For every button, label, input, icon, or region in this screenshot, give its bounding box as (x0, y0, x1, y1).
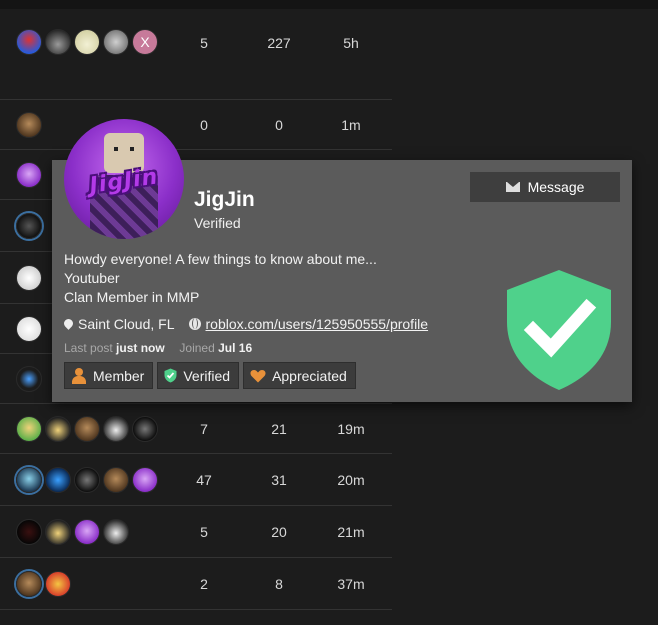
avatar-eyes (114, 147, 134, 151)
topic-activity[interactable]: 1m (326, 117, 376, 133)
avatar-dark[interactable] (16, 213, 42, 239)
user-bio: Howdy everyone! A few things to know abo… (64, 250, 377, 307)
topic-replies: 5 (200, 524, 208, 540)
topic-views: 227 (267, 35, 291, 51)
last-post-label: Last post (64, 341, 113, 355)
user-website-link[interactable]: roblox.com/users/125950555/profile (206, 316, 429, 332)
avatar-letter-x[interactable]: X (132, 29, 158, 55)
topic-posters (16, 519, 132, 545)
avatar-purple[interactable] (74, 519, 100, 545)
message-button-label: Message (527, 179, 585, 195)
bio-line: Clan Member in MMP (64, 289, 200, 305)
avatar-purple[interactable] (132, 467, 158, 493)
avatar-purple[interactable] (16, 162, 42, 188)
topic-posters (16, 265, 45, 291)
topic-activity[interactable]: 19m (326, 421, 376, 437)
avatar-shadow[interactable] (16, 519, 42, 545)
topic-views: 21 (271, 421, 287, 437)
topic-row[interactable]: 0 0 1m (0, 100, 392, 150)
page: X 5 227 5h 0 0 1m 7 21 19m 47 31 20m 5 20 21m 2 8 37m JigJ… (0, 0, 658, 625)
topic-posters: X (16, 29, 161, 55)
topic-replies: 2 (200, 576, 208, 592)
avatar-witch[interactable] (103, 519, 129, 545)
shield-check-icon (164, 368, 177, 383)
top-bar (0, 0, 658, 9)
avatar-top-hat[interactable] (74, 29, 100, 55)
avatar-brown[interactable] (16, 112, 42, 138)
badge-label: Verified (183, 367, 231, 384)
topic-views: 0 (275, 117, 283, 133)
avatar-ninja[interactable] (16, 467, 42, 493)
avatar-witch[interactable] (103, 416, 129, 442)
topic-posters (16, 571, 74, 597)
topic-posters (16, 162, 45, 188)
globe-icon (188, 318, 201, 330)
topic-activity[interactable]: 20m (326, 472, 376, 488)
avatar-letter: X (140, 34, 150, 50)
last-post-value: just now (116, 341, 165, 355)
topic-activity[interactable]: 37m (326, 576, 376, 592)
bio-line: Youtuber (64, 270, 120, 286)
user-location: Saint Cloud, FL (78, 316, 175, 332)
user-card-avatar[interactable]: JigJin (64, 119, 184, 239)
heart-icon (250, 369, 266, 382)
avatar-black-hair[interactable] (45, 416, 71, 442)
shield-check-icon (507, 270, 611, 390)
avatar-hero[interactable] (16, 29, 42, 55)
user-name[interactable]: JigJin (194, 188, 255, 212)
envelope-icon (505, 182, 520, 192)
avatar-dark-face[interactable] (132, 416, 158, 442)
topic-posters (16, 366, 45, 392)
topic-replies: 0 (200, 117, 208, 133)
badge-label: Member (93, 367, 145, 384)
topic-views: 20 (271, 524, 287, 540)
topic-row[interactable]: 2 8 37m (0, 558, 392, 610)
avatar-brown[interactable] (103, 467, 129, 493)
topic-row[interactable]: 5 20 21m (0, 506, 392, 558)
topic-row[interactable]: X 5 227 5h (0, 9, 392, 100)
topic-views: 31 (271, 472, 287, 488)
topic-posters (16, 467, 161, 493)
person-icon (71, 367, 87, 384)
badge-label: Appreciated (272, 367, 347, 384)
topic-replies: 47 (196, 472, 212, 488)
avatar-sketch[interactable] (16, 265, 42, 291)
avatar-small[interactable] (16, 366, 42, 392)
user-meta: Last post just now Joined Jul 16 (64, 341, 252, 355)
avatar-dark-face[interactable] (74, 467, 100, 493)
user-title: Verified (194, 215, 241, 231)
topic-replies: 5 (200, 35, 208, 51)
avatar-dark-hat[interactable] (45, 29, 71, 55)
badge-appreciated[interactable]: Appreciated (243, 362, 356, 389)
topic-views: 8 (275, 576, 283, 592)
avatar-white[interactable] (16, 316, 42, 342)
avatar-fries[interactable] (45, 571, 71, 597)
badge-verified[interactable]: Verified (157, 362, 240, 389)
message-button[interactable]: Message (470, 172, 620, 202)
topic-activity[interactable]: 21m (326, 524, 376, 540)
user-badges: Member Verified Appreciated (64, 362, 356, 389)
avatar-blue-splash[interactable] (45, 467, 71, 493)
topic-row[interactable]: 7 21 19m (0, 404, 392, 454)
badge-member[interactable]: Member (64, 362, 154, 389)
topic-posters (16, 213, 45, 239)
avatar-grey[interactable] (103, 29, 129, 55)
topic-replies: 7 (200, 421, 208, 437)
avatar-green[interactable] (16, 416, 42, 442)
bio-line: Howdy everyone! A few things to know abo… (64, 251, 377, 267)
topic-row[interactable]: 47 31 20m (0, 454, 392, 506)
topic-posters (16, 112, 45, 138)
avatar-brown[interactable] (74, 416, 100, 442)
avatar-brown[interactable] (16, 571, 42, 597)
avatar-black-hair[interactable] (45, 519, 71, 545)
topic-posters (16, 316, 45, 342)
map-pin-icon (62, 316, 75, 330)
topic-activity[interactable]: 5h (326, 35, 376, 51)
joined-value: Jul 16 (218, 341, 253, 355)
joined-label: Joined (179, 341, 215, 355)
location-line: Saint Cloud, FL roblox.com/users/1259505… (62, 316, 429, 332)
topic-posters (16, 416, 161, 442)
